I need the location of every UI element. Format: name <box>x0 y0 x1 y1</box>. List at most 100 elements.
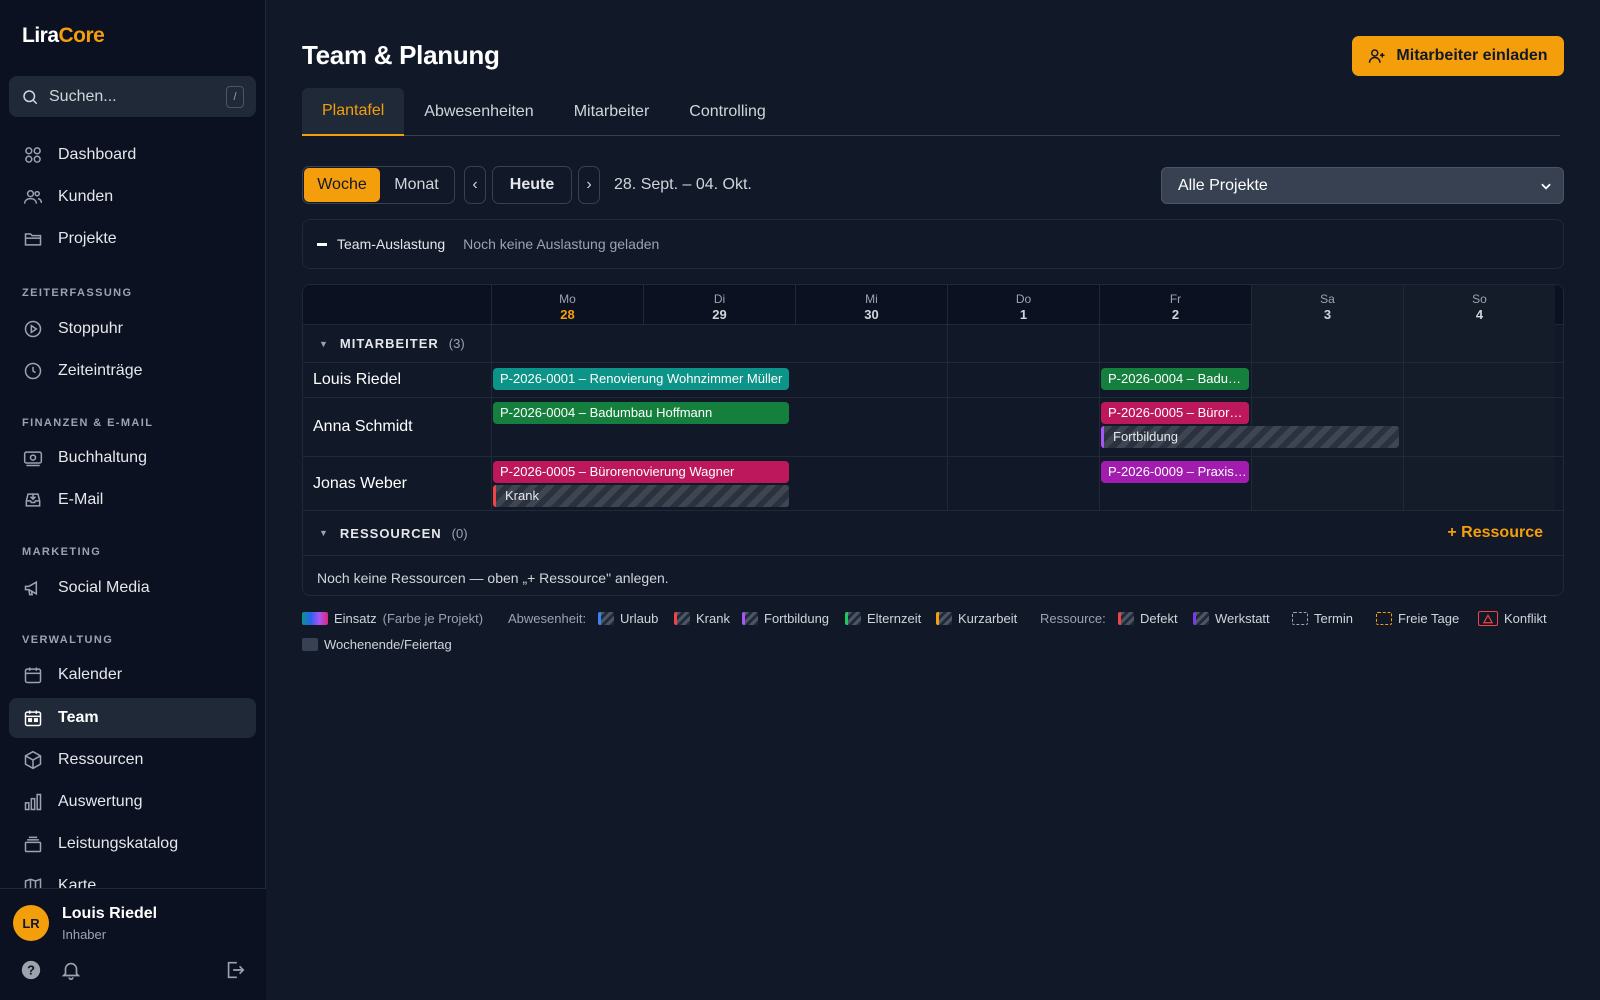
assignment-bar[interactable]: P-2026-0005 – Bürorenovierung Wagner <box>493 461 789 483</box>
chevron-down-icon <box>1541 183 1551 190</box>
grid-header: Mo 28 Di 29 Mi 30 Do 1 Fr 2 Sa 3 So 4 <box>303 285 1563 325</box>
triangle-down-icon: ▼ <box>319 528 328 538</box>
day-number: 29 <box>712 307 727 322</box>
legend-note: (Farbe je Projekt) <box>382 611 484 626</box>
utilization-title: Team-Auslastung <box>337 236 446 252</box>
legend-label: Termin <box>1314 611 1354 626</box>
banknote-icon <box>23 451 43 467</box>
legend-resource-label: Ressource: <box>1040 611 1106 626</box>
avatar[interactable]: LR <box>13 905 49 941</box>
next-week-button[interactable]: › <box>578 166 600 204</box>
tab-controlling[interactable]: Controlling <box>669 88 785 136</box>
planning-grid: Mo 28 Di 29 Mi 30 Do 1 Fr 2 Sa 3 So 4 ▼ MITARBE… <box>302 284 1564 596</box>
assignment-bar[interactable]: P-2026-0004 – Badumbau Hoffmann <box>493 402 789 424</box>
sidebar: LiraCore Suchen... / Dashboard Kunden Pr… <box>0 0 266 1000</box>
multicolor-swatch <box>302 612 328 625</box>
staff-section-label: MITARBEITER <box>339 336 439 351</box>
staff-section-header[interactable]: ▼ MITARBEITER (3) <box>303 325 1563 363</box>
legend-freie-tage: Freie Tage <box>1376 611 1459 626</box>
assignment-bar[interactable]: P-2026-0001 – Renovierung Wohnzimmer Mül… <box>493 368 789 390</box>
day-number: 1 <box>1019 307 1028 322</box>
add-resource-button[interactable]: + Ressource <box>1447 524 1543 542</box>
resources-count: (0) <box>451 525 468 541</box>
tab-plantafel[interactable]: Plantafel <box>302 88 405 136</box>
staff-name[interactable]: Jonas Weber <box>313 475 407 493</box>
sidebar-item-label: Dashboard <box>58 146 137 163</box>
sidebar-item-ressourcen[interactable]: Ressourcen <box>9 740 256 780</box>
assignment-bar[interactable]: P-2026-0009 – Praxisumbau <box>1101 461 1249 483</box>
sidebar-item-kunden[interactable]: Kunden <box>9 177 256 217</box>
weekday-label: Fr <box>1169 292 1182 306</box>
assignment-bar[interactable]: P-2026-0005 – Bürorenovierung Wagner <box>1101 402 1249 424</box>
nav-section-zeiterfassung: ZEITERFASSUNG <box>22 287 133 299</box>
absence-bar-fortbildung[interactable]: Fortbildung <box>1101 426 1399 448</box>
logout-icon[interactable] <box>224 959 246 981</box>
tab-abwesenheiten[interactable]: Abwesenheiten <box>404 88 553 136</box>
sidebar-item-label: E-Mail <box>58 491 104 508</box>
resources-empty-message: Noch keine Ressourcen — oben „+ Ressourc… <box>317 570 669 586</box>
sidebar-item-auswertung[interactable]: Auswertung <box>9 782 256 822</box>
staff-name[interactable]: Anna Schmidt <box>313 418 413 436</box>
sidebar-item-buchhaltung[interactable]: Buchhaltung <box>9 438 256 478</box>
tab-mitarbeiter[interactable]: Mitarbeiter <box>554 88 670 136</box>
sidebar-item-stoppuhr[interactable]: Stoppuhr <box>9 309 256 349</box>
legend-label: Einsatz <box>334 611 377 626</box>
legend-label: Wochenende/Feiertag <box>324 637 452 652</box>
absence-bar-krank[interactable]: Krank <box>493 485 789 507</box>
date-range: 28. Sept. – 04. Okt. <box>614 176 752 193</box>
bell-icon[interactable] <box>60 959 82 981</box>
sidebar-item-label: Kunden <box>58 188 114 205</box>
weekday-label: Do <box>1015 292 1032 306</box>
svg-text:?: ? <box>27 963 35 978</box>
app-logo[interactable]: LiraCore <box>22 24 105 48</box>
weekday-label: Sa <box>1320 292 1335 306</box>
dashboard-icon <box>25 147 41 163</box>
view-week-button[interactable]: Woche <box>304 168 380 202</box>
sidebar-item-kalender[interactable]: Kalender <box>9 655 256 695</box>
sidebar-item-team[interactable]: Team <box>9 698 256 738</box>
day-header: Mo 28 <box>491 285 643 325</box>
today-button[interactable]: Heute <box>492 166 572 204</box>
sidebar-item-leistungskatalog[interactable]: Leistungskatalog <box>9 824 256 864</box>
legend-label: Urlaub <box>620 611 659 626</box>
sidebar-item-email[interactable]: E-Mail <box>9 480 256 520</box>
resources-section-label: RESSOURCEN <box>339 525 442 541</box>
dashed-swatch <box>1376 612 1392 625</box>
striped-swatch <box>742 612 758 625</box>
legend-elternzeit: Elternzeit <box>845 611 921 626</box>
day-number: 30 <box>864 307 879 322</box>
project-filter-select[interactable]: Alle Projekte <box>1161 167 1564 204</box>
staff-row: Anna Schmidt P-2026-0004 – Badumbau Hoff… <box>303 398 1563 457</box>
legend-label: Werkstatt <box>1215 611 1270 626</box>
help-icon[interactable]: ? <box>20 959 42 981</box>
box-icon <box>24 750 42 770</box>
nav-section-marketing: MARKETING <box>22 546 102 558</box>
prev-week-button[interactable]: ‹ <box>464 166 486 204</box>
assignment-bar[interactable]: P-2026-0004 – Badumbau Hoffmann <box>1101 368 1249 390</box>
staff-row: Jonas Weber P-2026-0005 – Bürorenovierun… <box>303 457 1563 511</box>
warning-icon <box>1478 611 1498 626</box>
day-number: 3 <box>1323 307 1332 322</box>
day-header: Di 29 <box>643 285 795 325</box>
staff-name[interactable]: Louis Riedel <box>313 371 401 389</box>
team-utilization-panel[interactable]: Team-Auslastung Noch keine Auslastung ge… <box>302 219 1564 269</box>
megaphone-icon <box>24 580 38 596</box>
weekday-label: So <box>1472 292 1487 306</box>
legend-label: Fortbildung <box>764 611 830 626</box>
sidebar-item-dashboard[interactable]: Dashboard <box>9 135 256 175</box>
legend-defekt: Defekt <box>1118 611 1178 626</box>
calendar-icon <box>24 667 42 684</box>
search-input[interactable]: Suchen... / <box>9 76 256 117</box>
sidebar-item-label: Social Media <box>58 579 150 596</box>
day-header: Mi 30 <box>795 285 947 325</box>
sidebar-item-projekte[interactable]: Projekte <box>9 219 256 259</box>
sidebar-item-social-media[interactable]: Social Media <box>9 568 256 608</box>
weekday-label: Di <box>713 292 726 306</box>
day-header: Sa 3 <box>1251 285 1403 325</box>
view-month-button[interactable]: Monat <box>380 168 453 202</box>
invite-employee-button[interactable]: Mitarbeiter einladen <box>1352 36 1564 76</box>
sidebar-item-zeiteintraege[interactable]: Zeiteinträge <box>9 351 256 391</box>
users-icon <box>23 190 43 204</box>
resources-section-header[interactable]: ▼ RESSOURCEN (0) + Ressource <box>303 511 1563 556</box>
sidebar-item-label: Projekte <box>58 230 117 247</box>
